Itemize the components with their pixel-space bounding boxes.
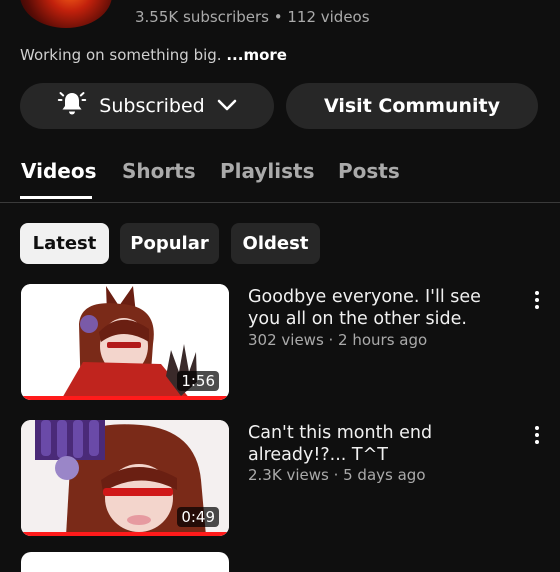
video-meta: 2.3K views · 5 days ago bbox=[248, 466, 426, 484]
channel-avatar[interactable] bbox=[20, 0, 112, 28]
tab-playlists[interactable]: Playlists bbox=[220, 159, 315, 183]
chevron-down-icon bbox=[217, 97, 237, 116]
video-thumbnail-partial[interactable] bbox=[21, 552, 229, 572]
video-thumbnail[interactable]: 1:56 bbox=[21, 284, 229, 400]
video-duration: 0:49 bbox=[177, 507, 219, 527]
tab-posts[interactable]: Posts bbox=[338, 159, 400, 183]
more-link[interactable]: ...more bbox=[226, 46, 287, 64]
subscribed-label: Subscribed bbox=[99, 95, 205, 117]
chip-latest[interactable]: Latest bbox=[20, 223, 109, 264]
video-thumbnail[interactable]: 0:49 bbox=[21, 420, 229, 536]
more-vert-icon[interactable] bbox=[530, 424, 544, 446]
video-duration: 1:56 bbox=[177, 371, 219, 391]
description-text: Working on something big. bbox=[20, 46, 222, 64]
channel-description[interactable]: Working on something big. ...more bbox=[20, 46, 287, 64]
visit-community-button[interactable]: Visit Community bbox=[286, 83, 538, 129]
video-title[interactable]: Can't this month end already!?... T^T bbox=[248, 422, 518, 466]
more-vert-icon[interactable] bbox=[530, 289, 544, 311]
tab-videos[interactable]: Videos bbox=[21, 159, 97, 183]
chip-oldest[interactable]: Oldest bbox=[231, 223, 320, 264]
bell-icon bbox=[57, 89, 87, 123]
chip-popular[interactable]: Popular bbox=[120, 223, 219, 264]
subscribed-button[interactable]: Subscribed bbox=[20, 83, 274, 129]
tab-shorts[interactable]: Shorts bbox=[122, 159, 196, 183]
video-title[interactable]: Goodbye everyone. I'll see you all on th… bbox=[248, 286, 518, 330]
active-tab-indicator bbox=[20, 196, 92, 199]
tabs-divider bbox=[0, 202, 560, 203]
watch-progress bbox=[21, 396, 229, 400]
watch-progress bbox=[21, 532, 229, 536]
channel-stats: 3.55K subscribers • 112 videos bbox=[135, 8, 370, 26]
video-meta: 302 views · 2 hours ago bbox=[248, 331, 428, 349]
